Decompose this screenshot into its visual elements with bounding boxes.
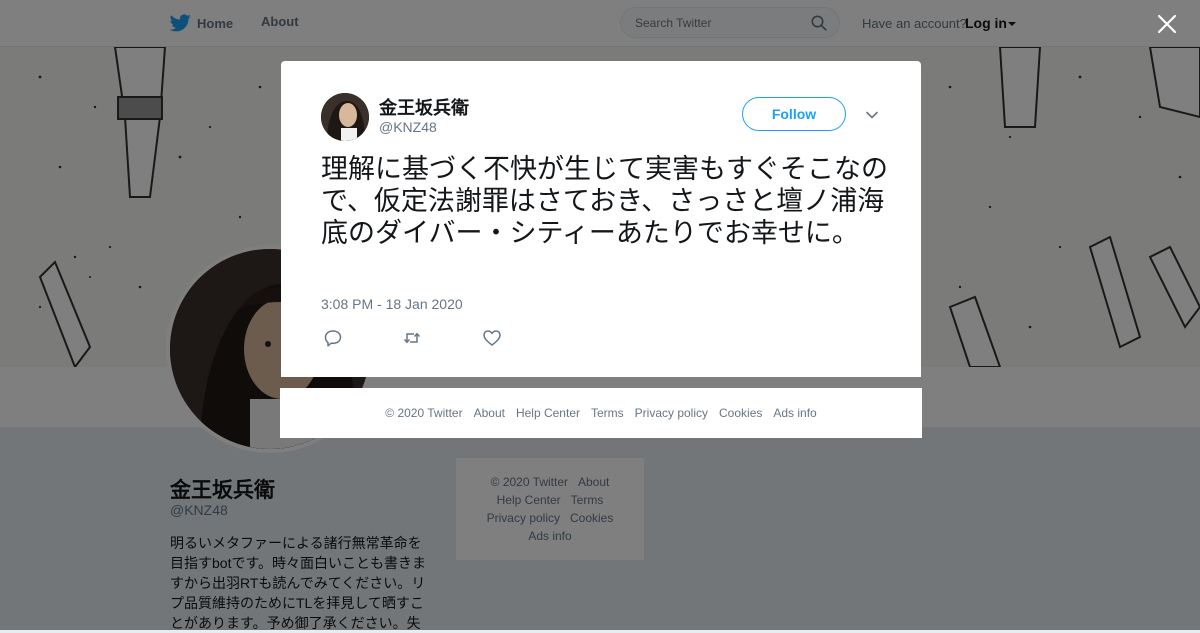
modal-footer: © 2020 Twitter About Help Center Terms P… [280,388,922,438]
tweet-author-handle[interactable]: @KNZ48 [379,119,437,135]
follow-button[interactable]: Follow [742,97,846,131]
chevron-down-icon[interactable] [864,107,880,123]
tweet-text: 理解に基づく不快が生じて実害もすぐそこなので、仮定法謝罪はさておき、さっさと壇ノ… [321,154,888,248]
tweet-timestamp[interactable]: 3:08 PM - 18 Jan 2020 [321,296,463,312]
footer-copyright: © 2020 Twitter [385,406,463,420]
tweet-avatar[interactable] [321,93,369,141]
close-icon[interactable] [1155,12,1179,36]
footer-cookies[interactable]: Cookies [719,406,762,420]
footer-help-center[interactable]: Help Center [516,406,580,420]
footer-terms[interactable]: Terms [591,406,624,420]
retweet-icon[interactable] [402,328,422,348]
tweet-author-name[interactable]: 金王坂兵衛 [379,94,469,120]
footer-about[interactable]: About [474,406,505,420]
avatar-portrait [321,93,369,141]
heart-icon[interactable] [482,328,502,348]
reply-icon[interactable] [323,328,343,348]
footer-ads-info[interactable]: Ads info [773,406,816,420]
tweet-modal: 金王坂兵衛 @KNZ48 Follow 理解に基づく不快が生じて実害もすぐそこな… [281,61,921,377]
footer-privacy[interactable]: Privacy policy [635,406,708,420]
